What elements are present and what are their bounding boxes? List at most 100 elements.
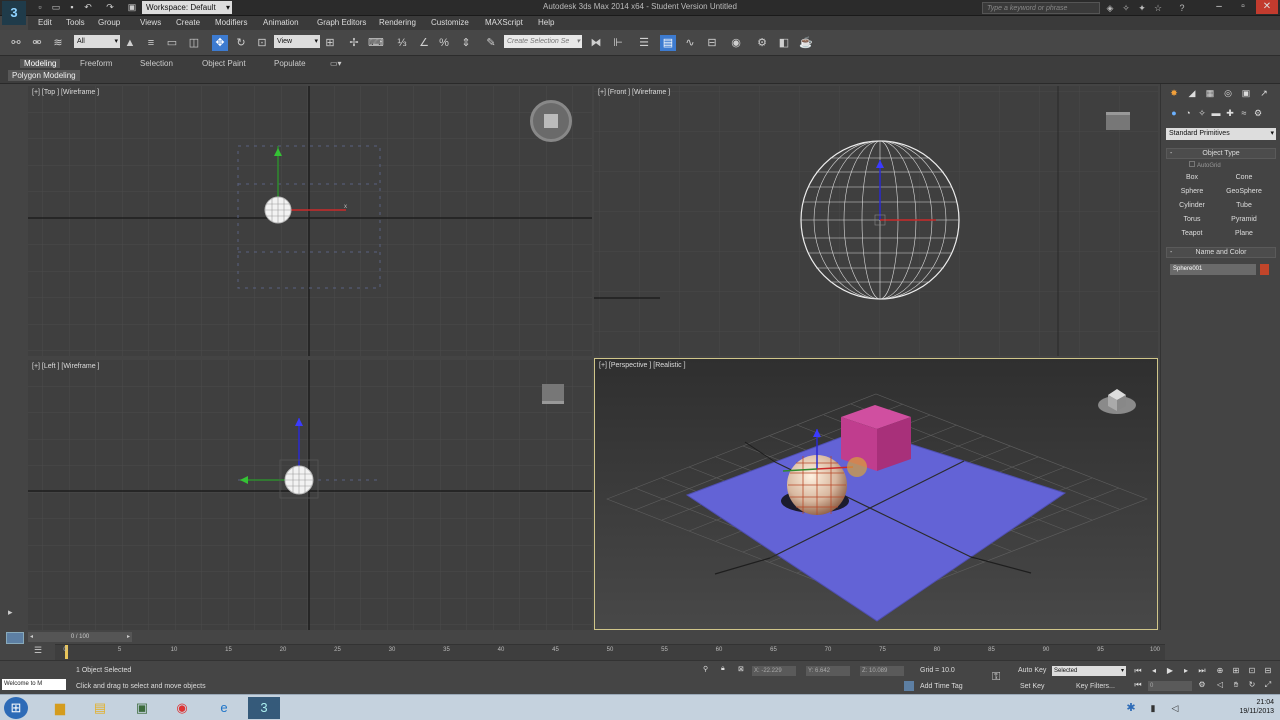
viewcube-icon[interactable] [1097,383,1137,417]
object-type-rollout[interactable]: - Object Type [1166,148,1276,159]
auto-key-button[interactable]: Auto Key [1018,667,1046,674]
viewport-label-left[interactable]: [+] [Left ] [Wireframe ] [32,363,100,370]
zoom-icon[interactable]: ⊕ [1214,665,1226,677]
start-button-icon[interactable]: ⊞ [4,697,28,719]
communication-center-icon[interactable]: ✦ [1136,2,1148,14]
key-icon[interactable]: ⚿ [992,671,1000,684]
primitive-category-dropdown[interactable]: Standard Primitives ▾ [1166,128,1276,140]
internet-explorer-icon[interactable]: e [208,697,240,719]
z-coordinate-field[interactable]: Z: 10.089 [860,666,904,676]
slider-right-icon[interactable]: ▸ [127,632,130,642]
plane-button[interactable]: Plane [1221,228,1267,240]
binoculars-icon[interactable]: ◈ [1104,2,1116,14]
isolate-selection-icon[interactable]: ⚲ [703,665,708,673]
menu-animation[interactable]: Animation [263,18,299,27]
percent-snap-icon[interactable]: % [436,35,452,51]
select-by-name-icon[interactable]: ≡ [143,35,159,51]
time-tag-icon[interactable] [904,681,914,691]
help-icon[interactable]: ? [1176,2,1188,14]
pivot-center-icon[interactable]: ⊞ [322,35,338,51]
y-coordinate-field[interactable]: Y: 6.642 [806,666,850,676]
volume-icon[interactable]: ◁ [1164,697,1186,719]
play-icon[interactable]: ▶ [1164,665,1176,677]
notes-app-icon[interactable]: ▤ [84,697,116,719]
select-object-icon[interactable]: ▲ [122,35,138,51]
slider-left-icon[interactable]: ◂ [30,632,33,642]
favorites-icon[interactable]: ☆ [1152,2,1164,14]
autogrid-checkbox[interactable]: AutoGrid [1189,161,1221,169]
zoom-extents-icon[interactable]: ⊡ [1246,665,1258,677]
edit-named-selection-icon[interactable]: ✎ [483,35,499,51]
render-setup-icon[interactable]: ⚙ [754,35,770,51]
menu-maxscript[interactable]: MAXScript [485,18,523,27]
absolute-mode-icon[interactable]: ⊠ [738,665,744,673]
bind-to-space-warp-icon[interactable]: ≋ [50,35,66,51]
cameras-icon[interactable]: ▬ [1209,106,1223,120]
select-and-rotate-icon[interactable]: ↻ [233,35,249,51]
display-tab-icon[interactable]: ▣ [1239,86,1253,100]
app-icon[interactable]: ▣ [126,697,158,719]
set-key-button[interactable]: Set Key [1020,683,1045,690]
curve-editor-icon[interactable]: ∿ [682,35,698,51]
pyramid-button[interactable]: Pyramid [1221,214,1267,226]
time-slider[interactable]: ◂ 0 / 100 ▸ [28,632,132,642]
geometry-icon[interactable]: ● [1167,106,1181,120]
select-and-manipulate-icon[interactable]: ✢ [346,35,362,51]
tab-modeling[interactable]: Modeling [20,59,61,68]
menu-create[interactable]: Create [176,18,200,27]
mirror-icon[interactable]: ⧓ [588,35,604,51]
systems-icon[interactable]: ⚙ [1251,106,1265,120]
snaps-toggle-icon[interactable]: ⅓ [394,35,410,51]
geosphere-button[interactable]: GeoSphere [1221,186,1267,198]
create-tab-icon[interactable]: ✸ [1167,86,1181,100]
menu-edit[interactable]: Edit [38,18,52,27]
menu-tools[interactable]: Tools [66,18,85,27]
minimize-button[interactable]: – [1208,0,1230,14]
field-of-view-icon[interactable]: ◁ [1214,679,1226,691]
maxscript-listener[interactable]: Welcome to M [2,679,66,690]
rectangular-selection-icon[interactable]: ▭ [164,35,180,51]
viewport-label-front[interactable]: [+] [Front ] [Wireframe ] [598,89,670,96]
key-mode-toggle-icon[interactable]: ⏮ [1132,679,1144,691]
motion-tab-icon[interactable]: ◎ [1221,86,1235,100]
file-explorer-icon[interactable]: ▆ [44,697,76,719]
network-icon[interactable]: ▮ [1142,697,1164,719]
menu-graph-editors[interactable]: Graph Editors [317,18,366,27]
helpers-icon[interactable]: ✚ [1223,106,1237,120]
rendered-frame-window-icon[interactable]: ◧ [776,35,792,51]
viewcube-icon[interactable] [542,384,564,404]
cone-button[interactable]: Cone [1221,172,1267,184]
material-editor-icon[interactable]: ◉ [728,35,744,51]
ribbon-options-icon[interactable]: ▭▾ [326,59,346,68]
chrome-icon[interactable]: ◉ [166,697,198,719]
previous-frame-icon[interactable]: ◂ [1148,665,1160,677]
select-and-link-icon[interactable]: ⚯ [8,35,24,51]
bluetooth-icon[interactable]: ✱ [1120,697,1142,719]
next-frame-icon[interactable]: ▸ [1180,665,1192,677]
tab-populate[interactable]: Populate [270,59,310,68]
tube-button[interactable]: Tube [1221,200,1267,212]
select-and-move-icon[interactable]: ✥ [212,35,228,51]
key-mode-dropdown[interactable]: Selected ▾ [1052,666,1126,676]
system-clock[interactable]: 21:04 19/11/2013 [1239,698,1274,716]
go-to-start-icon[interactable]: ⏮ [1132,665,1144,677]
polygon-modeling-panel[interactable]: Polygon Modeling [8,70,80,81]
box-button[interactable]: Box [1169,172,1215,184]
lights-icon[interactable]: ✧ [1195,106,1209,120]
tab-object-paint[interactable]: Object Paint [198,59,250,68]
pan-view-icon[interactable]: ✋︎ [1230,679,1242,691]
modify-tab-icon[interactable]: ◢ [1185,86,1199,100]
lock-selection-icon[interactable]: 🔒︎ [721,665,725,673]
object-name-field[interactable]: Sphere001 [1170,264,1256,275]
x-coordinate-field[interactable]: X: -22.229 [752,666,796,676]
menu-help[interactable]: Help [538,18,554,27]
sphere-button[interactable]: Sphere [1169,186,1215,198]
align-icon[interactable]: ⊩ [610,35,626,51]
search-input[interactable]: Type a keyword or phrase [982,2,1100,14]
track-bar[interactable]: 0 5 10 15 20 25 30 35 40 45 50 55 60 65 70 75 80 85 90 95 10… [55,644,1165,660]
object-color-swatch[interactable] [1260,264,1269,275]
time-configuration-icon[interactable]: ⚙ [1196,679,1208,691]
zoom-all-icon[interactable]: ⊞ [1230,665,1242,677]
graphite-modeling-tools-icon[interactable]: ▤ [660,35,676,51]
orbit-icon[interactable]: ↻ [1246,679,1258,691]
